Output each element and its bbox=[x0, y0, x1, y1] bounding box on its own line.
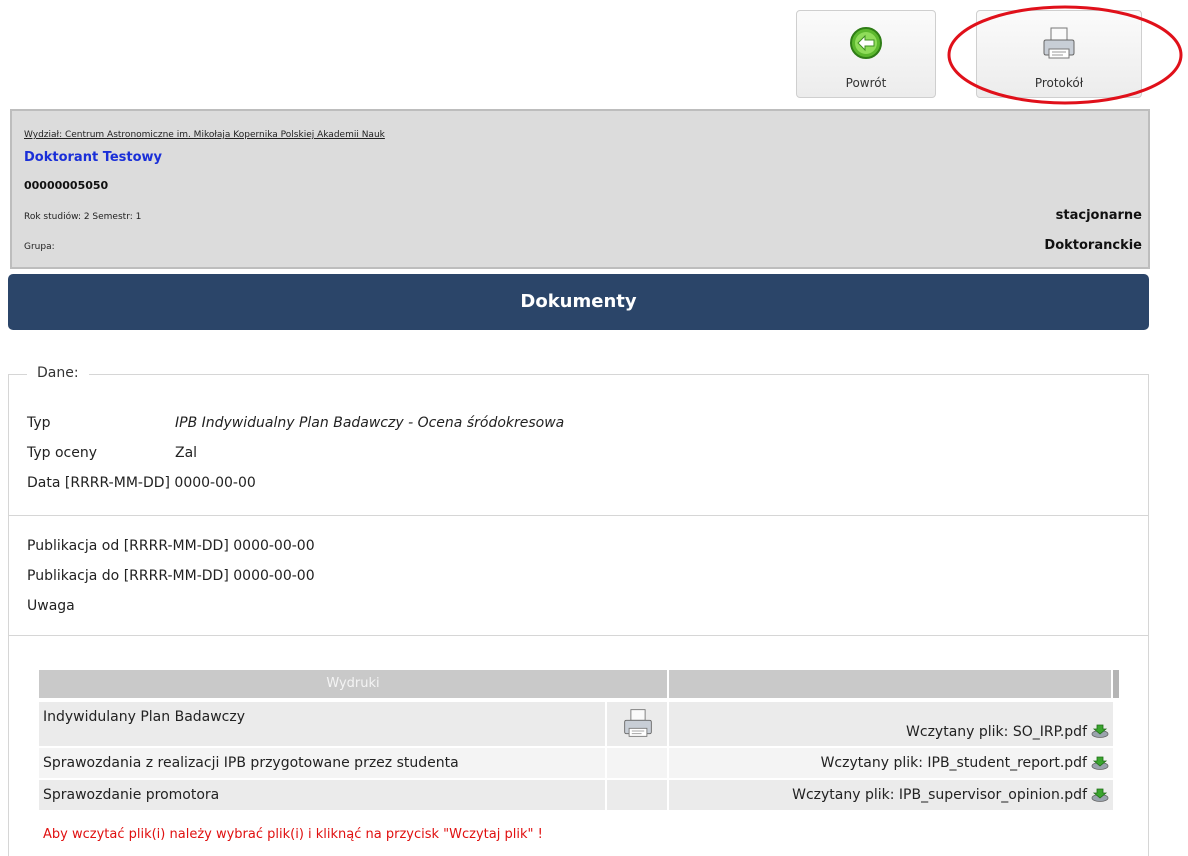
divider bbox=[9, 515, 1148, 516]
table-row: Indywidulany Plan Badawczy Wczytany plik… bbox=[39, 702, 1113, 746]
faculty-link[interactable]: Wydział: Centrum Astronomiczne im. Mikoł… bbox=[24, 130, 385, 140]
download-icon[interactable] bbox=[1091, 724, 1109, 738]
pub-to-row: Publikacja do [RRRR-MM-DD] 0000-00-00 bbox=[27, 568, 315, 584]
date-value: 0000-00-00 bbox=[174, 475, 256, 491]
download-icon[interactable] bbox=[1091, 756, 1109, 770]
pub-from-label: Publikacja od [RRRR-MM-DD] bbox=[27, 538, 229, 554]
protocol-button[interactable]: Protokół bbox=[976, 10, 1142, 98]
type-row: Typ IPB Indywidualny Plan Badawczy - Ocen… bbox=[27, 415, 564, 431]
row-name: Sprawozdania z realizacji IPB przygotowa… bbox=[43, 755, 459, 771]
row-name: Indywidulany Plan Badawczy bbox=[43, 709, 246, 725]
uploaded-file-link[interactable]: Wczytany plik: SO_IRP.pdf bbox=[906, 724, 1087, 740]
pub-to-value: 0000-00-00 bbox=[233, 568, 315, 584]
protocol-button-label: Protokół bbox=[1034, 76, 1084, 90]
group-label: Grupa: bbox=[24, 242, 55, 252]
fieldset-legend: Dane: bbox=[27, 365, 89, 381]
header-edge bbox=[1113, 670, 1119, 698]
back-button-label: Powrót bbox=[845, 76, 887, 90]
files-header bbox=[669, 670, 1111, 698]
pub-from-value: 0000-00-00 bbox=[233, 538, 315, 554]
details-fieldset: Dane: Typ IPB Indywidualny Plan Badawczy … bbox=[8, 365, 1149, 856]
grade-type-row: Typ oceny Zal bbox=[27, 445, 197, 461]
type-label: Typ bbox=[27, 415, 51, 431]
table-row: Sprawozdanie promotora Wczytany plik: IP… bbox=[39, 780, 1113, 810]
row-name: Sprawozdanie promotora bbox=[43, 787, 220, 803]
study-mode: stacjonarne bbox=[1055, 208, 1142, 223]
note-label: Uwaga bbox=[27, 598, 75, 614]
print-cell bbox=[607, 748, 667, 778]
grade-type-label: Typ oceny bbox=[27, 445, 98, 461]
table-row: Sprawozdania z realizacji IPB przygotowa… bbox=[39, 748, 1113, 778]
note-row: Uwaga bbox=[27, 598, 75, 614]
printouts-header: Wydruki bbox=[39, 670, 667, 698]
download-icon[interactable] bbox=[1091, 788, 1109, 802]
uploaded-file-link[interactable]: Wczytany plik: IPB_supervisor_opinion.pd… bbox=[792, 787, 1087, 803]
date-row: Data [RRRR-MM-DD] 0000-00-00 bbox=[27, 475, 256, 491]
year-semester: Rok studiów: 2 Semestr: 1 bbox=[24, 212, 142, 222]
type-value: IPB Indywidualny Plan Badawczy - Ocena ś… bbox=[175, 415, 565, 431]
pub-from-row: Publikacja od [RRRR-MM-DD] 0000-00-00 bbox=[27, 538, 315, 554]
grade-type-value: Zal bbox=[175, 445, 198, 461]
pub-to-label: Publikacja do [RRRR-MM-DD] bbox=[27, 568, 229, 584]
student-info-panel: Wydział: Centrum Astronomiczne im. Mikoł… bbox=[10, 109, 1150, 269]
print-cell bbox=[607, 780, 667, 810]
study-kind: Doktoranckie bbox=[1044, 238, 1142, 253]
divider bbox=[9, 635, 1148, 636]
student-id: 00000005050 bbox=[24, 179, 109, 192]
date-label: Data [RRRR-MM-DD] bbox=[27, 475, 170, 491]
uploaded-file-link[interactable]: Wczytany plik: IPB_student_report.pdf bbox=[821, 755, 1087, 771]
printer-icon[interactable] bbox=[622, 706, 654, 740]
upload-warning: Aby wczytać plik(i) należy wybrać plik(i… bbox=[43, 827, 543, 842]
student-name: Doktorant Testowy bbox=[24, 150, 163, 165]
back-button[interactable]: Powrót bbox=[796, 10, 936, 98]
printer-icon bbox=[1043, 27, 1075, 59]
back-arrow-icon bbox=[850, 27, 882, 59]
print-cell bbox=[607, 702, 667, 746]
page-title: Dokumenty bbox=[8, 274, 1149, 330]
